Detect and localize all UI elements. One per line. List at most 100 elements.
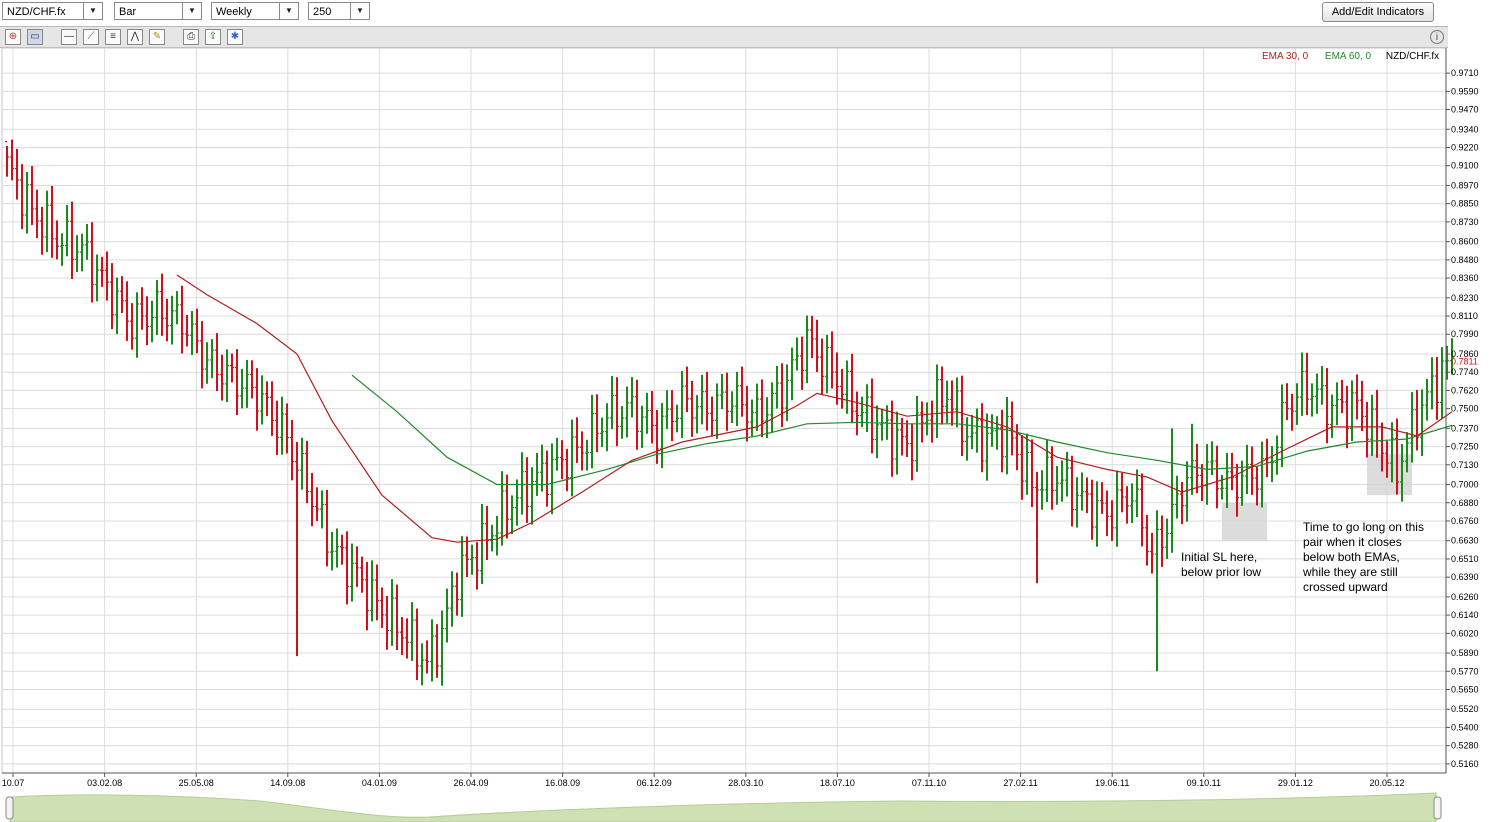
ohlc-bar [620,406,624,439]
ohlc-bar [1275,435,1279,475]
ohlc-bar [1355,374,1359,420]
ohlc-bar [1040,470,1044,510]
y-tick-label: 0.8360 [1451,273,1479,283]
ohlc-bar [1095,481,1099,547]
ohlc-bar [1335,382,1339,426]
ohlc-bar [510,495,514,535]
ohlc-bar [1055,466,1059,505]
ohlc-bar [25,172,29,234]
ohlc-bar [665,390,669,429]
ohlc-bar [1120,472,1124,513]
navigator-left-handle[interactable] [5,796,14,820]
y-tick-label: 0.9710 [1451,68,1479,78]
y-tick-label: 0.7130 [1451,460,1479,470]
y-tick-label: 0.7370 [1451,423,1479,433]
ohlc-bar [465,536,469,578]
legend-ema60: EMA 60, 0 [1324,51,1372,62]
ohlc-bar [430,619,434,682]
ohlc-bar [1280,384,1284,468]
ohlc-bar [765,397,769,439]
ohlc-bar [315,487,319,522]
chart-legend: EMA 30, 0 EMA 60, 0 NZD/CHF.fx [1262,51,1439,62]
ohlc-bar [830,331,834,389]
entry-annotation-line: crossed upward [1303,580,1388,594]
y-tick-label: 0.5400 [1451,722,1479,732]
ohlc-bar [290,420,294,481]
entry-annotation-line: below both EMAs, [1303,550,1400,564]
ohlc-bar [110,263,114,330]
navigator-right-handle[interactable] [1433,796,1442,820]
ohlc-bar [120,276,124,313]
ohlc-bar [20,164,24,230]
y-tick-label: 0.7500 [1451,404,1479,414]
ohlc-bar [970,414,974,450]
ohlc-bar [145,296,149,346]
ohlc-bar [230,353,234,383]
ohlc-bar [920,401,924,443]
y-tick-label: 0.6510 [1451,554,1479,564]
ohlc-bar [590,394,594,469]
ohlc-bar [160,273,164,336]
ohlc-bar [245,359,249,408]
ohlc-bar [225,349,229,403]
ohlc-bar [420,643,424,686]
y-tick-label: 0.6630 [1451,536,1479,546]
ohlc-bar [1100,482,1104,514]
ohlc-bar [1260,441,1264,508]
ohlc-bar [55,220,59,260]
ohlc-bar [530,467,534,525]
navigator-bar[interactable] [0,791,1448,822]
ohlc-bar [30,166,34,226]
ohlc-bar [150,300,154,343]
price-chart[interactable]: 0.9710 0.9590 0.9470 0.9340 0.9220 0.9100 0.89… [0,0,1500,822]
ohlc-bar [155,279,159,335]
ohlc-bar [480,503,484,584]
ohlc-bar [625,386,629,438]
ohlc-bar [965,417,969,461]
ohlc-bar [1045,439,1049,503]
ohlc-bar [340,534,344,565]
y-tick-label: 0.5770 [1451,666,1479,676]
x-tick-label: 20.05.12 [1369,778,1404,788]
x-tick-label: 09.10.11 [1187,778,1221,788]
sl-annotation: Initial SL here, below prior low [1181,550,1261,580]
y-tick-label: 0.6020 [1451,628,1479,638]
ohlc-bar [240,368,244,409]
ohlc-bar [1430,357,1434,410]
ohlc-bar [1025,433,1029,495]
ohlc-bar [175,291,179,325]
ohlc-bar [1035,471,1039,584]
y-tick-label: 0.9220 [1451,143,1479,153]
ohlc-bar [840,369,844,409]
x-tick-label: 07.11.10 [912,778,946,788]
ohlc-bar [925,402,929,436]
ohlc-bar [710,396,714,437]
chart-grid [1,47,1447,774]
sl-annotation-line: below prior low [1181,565,1262,579]
ohlc-bar [680,370,684,438]
ohlc-bar [400,617,404,655]
ohlc-bar [1175,475,1179,519]
ohlc-bar [485,505,489,561]
ohlc-bar [330,531,334,571]
ohlc-bar [1290,393,1294,431]
ohlc-bar [1050,446,1054,510]
ohlc-bar [545,450,549,507]
entry-annotation-line: while they are still [1303,565,1398,579]
ohlc-bar [905,420,909,457]
ohlc-bar [940,366,944,425]
y-tick-label: 0.8230 [1451,293,1479,303]
ohlc-bar [1375,389,1379,458]
x-tick-label: 03.02.08 [87,778,122,788]
ohlc-bar [1030,439,1034,508]
ohlc-bar [410,602,414,661]
ohlc-bar [460,536,464,617]
ohlc-bar [825,334,829,394]
ohlc-bar [815,319,819,373]
ohlc-bar [500,471,504,546]
ohlc-bar [130,303,134,350]
ohlc-bar [345,531,349,605]
ohlc-bar [555,437,559,471]
ohlc-bar [115,277,119,335]
ohlc-bar [560,440,564,480]
